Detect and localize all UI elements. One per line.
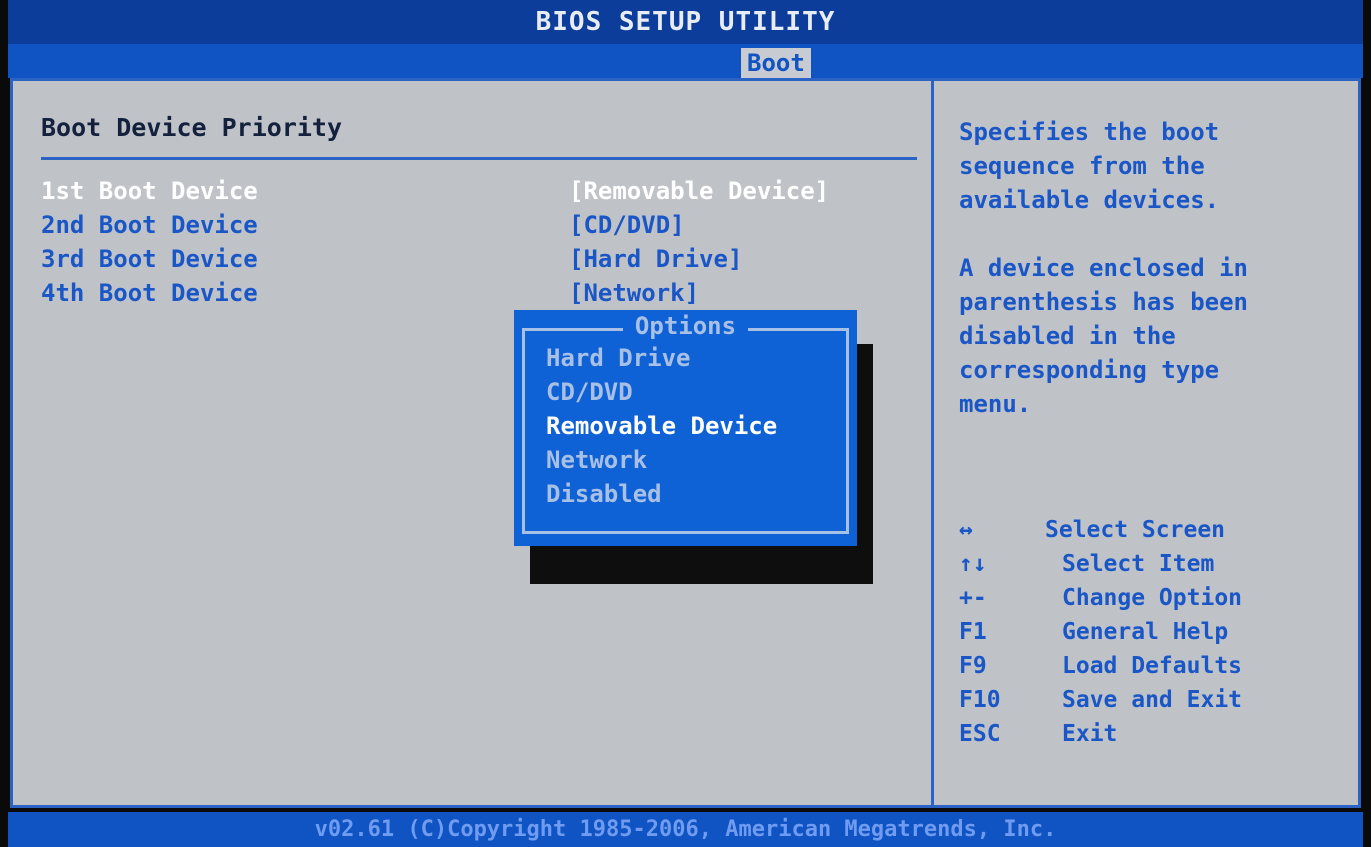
key-description: Exit <box>1062 721 1118 747</box>
boot-device-label: 1st Boot Device <box>41 177 258 205</box>
key-glyph: F1 <box>959 619 987 645</box>
key-description: Select Item <box>1062 551 1215 577</box>
boot-device-label: 3rd Boot Device <box>41 245 258 273</box>
option-disabled[interactable]: Disabled <box>546 480 662 508</box>
section-title: Boot Device Priority <box>41 113 343 142</box>
boot-device-row-4[interactable]: 4th Boot Device [Network] <box>41 279 911 313</box>
option-removable-device[interactable]: Removable Device <box>546 412 777 440</box>
title-bar: BIOS SETUP UTILITY <box>8 0 1363 44</box>
help-line: Specifies the boot <box>959 118 1220 146</box>
help-line: corresponding type <box>959 356 1220 384</box>
key-description: General Help <box>1062 619 1229 645</box>
popup-title: Options <box>622 312 749 340</box>
popup-title-wrap: Options <box>514 312 857 340</box>
help-paragraph-2: A device enclosed in parenthesis has bee… <box>959 251 1339 421</box>
boot-device-value: [Removable Device] <box>569 177 830 205</box>
key-row: F1 General Help <box>959 619 1349 653</box>
option-cd-dvd[interactable]: CD/DVD <box>546 378 633 406</box>
help-line: disabled in the <box>959 322 1176 350</box>
key-description: Change Option <box>1062 585 1243 611</box>
key-legend: ↔ Select Screen ↑↓ Select Item +- Change… <box>959 517 1349 755</box>
boot-device-label: 4th Boot Device <box>41 279 258 307</box>
option-hard-drive[interactable]: Hard Drive <box>546 344 691 372</box>
boot-device-row-2[interactable]: 2nd Boot Device [CD/DVD] <box>41 211 911 245</box>
help-line: A device enclosed in <box>959 254 1248 282</box>
help-line: available devices. <box>959 186 1220 214</box>
boot-device-label: 2nd Boot Device <box>41 211 258 239</box>
key-glyph: ESC <box>959 721 1001 747</box>
panel-divider <box>931 81 934 805</box>
boot-device-value: [CD/DVD] <box>569 211 685 239</box>
boot-device-value: [Hard Drive] <box>569 245 743 273</box>
key-glyph: ↔ <box>959 517 973 543</box>
app-title: BIOS SETUP UTILITY <box>535 7 836 37</box>
help-line: parenthesis has been <box>959 288 1248 316</box>
options-popup: Options Hard Drive CD/DVD Removable Devi… <box>514 310 857 546</box>
key-description: Save and Exit <box>1062 687 1243 713</box>
footer-bar: v02.61 (C)Copyright 1985-2006, American … <box>8 812 1363 847</box>
boot-device-row-3[interactable]: 3rd Boot Device [Hard Drive] <box>41 245 911 279</box>
key-row: ESC Exit <box>959 721 1349 755</box>
boot-device-row-1[interactable]: 1st Boot Device [Removable Device] <box>41 177 911 211</box>
help-line: menu. <box>959 390 1032 418</box>
tab-boot[interactable]: Boot <box>741 48 811 78</box>
key-glyph: F10 <box>959 687 1001 713</box>
key-glyph: ↑↓ <box>959 551 987 577</box>
section-divider <box>41 157 917 160</box>
tab-bar: Boot <box>8 44 1363 78</box>
key-row: +- Change Option <box>959 585 1349 619</box>
key-row: F10 Save and Exit <box>959 687 1349 721</box>
help-paragraph-1: Specifies the boot sequence from the ava… <box>959 115 1339 217</box>
key-description: Load Defaults <box>1062 653 1243 679</box>
help-line: sequence from the <box>959 152 1205 180</box>
key-row: ↔ Select Screen <box>959 517 1349 551</box>
key-description: Select Screen <box>1045 517 1226 543</box>
key-glyph: F9 <box>959 653 987 679</box>
key-glyph: +- <box>959 585 987 611</box>
key-row: F9 Load Defaults <box>959 653 1349 687</box>
option-network[interactable]: Network <box>546 446 647 474</box>
copyright-text: v02.61 (C)Copyright 1985-2006, American … <box>314 817 1057 842</box>
key-row: ↑↓ Select Item <box>959 551 1349 585</box>
boot-device-value: [Network] <box>569 279 700 307</box>
